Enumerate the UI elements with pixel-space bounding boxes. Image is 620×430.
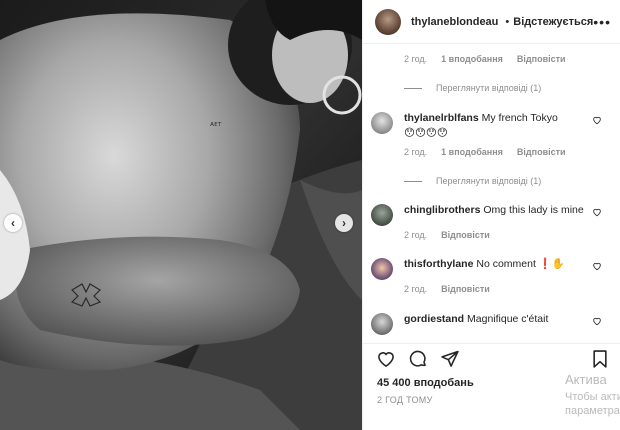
- reply-button[interactable]: Відповісти: [517, 147, 566, 157]
- previous-photo-button[interactable]: ‹: [4, 214, 22, 232]
- comment-icon[interactable]: [408, 349, 428, 369]
- windows-activation-watermark: Актива Чтобы акти параметра: [565, 372, 620, 418]
- svg-text:ᴀᴇᴛ: ᴀᴇᴛ: [210, 120, 222, 128]
- post-photo[interactable]: ᴀᴇᴛ ‹ ›: [0, 0, 362, 430]
- commenter-username[interactable]: thisforthylane: [404, 258, 473, 270]
- heart-icon[interactable]: [592, 316, 602, 326]
- commenter-avatar[interactable]: [371, 258, 393, 280]
- comment-item: thylanelrblfans My french Tokyo 😯😯😯😯: [363, 111, 620, 141]
- watermark-line-3: параметра: [565, 405, 620, 417]
- comments-list[interactable]: 2 год. 1 вподобання Відповісти Перегляну…: [363, 45, 620, 342]
- heart-icon[interactable]: [592, 207, 602, 217]
- author-username[interactable]: thylaneblondeau: [411, 16, 498, 28]
- comment-meta: 2 год. 1 вподобання Відповісти: [363, 147, 620, 157]
- next-photo-button[interactable]: ›: [335, 214, 353, 232]
- watermark-line-2: Чтобы акти: [565, 391, 620, 403]
- chevron-right-icon: ›: [342, 216, 346, 230]
- comment-likes[interactable]: 1 вподобання: [441, 54, 503, 64]
- comment-time: 2 год.: [404, 54, 428, 64]
- watermark-line-1: Актива: [565, 372, 607, 387]
- commenter-username[interactable]: thylanelrblfans: [404, 112, 479, 124]
- view-replies-line: [404, 87, 422, 89]
- action-icons-row: [373, 344, 610, 374]
- instagram-post-view: ᴀᴇᴛ ‹ › thylaneblondeau • Відстежується …: [0, 0, 620, 430]
- comment-text: My french Tokyo: [481, 112, 558, 124]
- reply-button[interactable]: Відповісти: [441, 284, 490, 294]
- heart-icon[interactable]: [376, 349, 396, 369]
- comment-body: thylanelrblfans My french Tokyo 😯😯😯😯: [404, 111, 558, 141]
- comment-likes[interactable]: 1 вподобання: [441, 147, 503, 157]
- comment-body: thisforthylane No comment ❗✋: [404, 257, 565, 280]
- chevron-left-icon: ‹: [11, 216, 15, 230]
- view-replies-label: Переглянути відповіді (1): [436, 83, 542, 93]
- commenter-avatar[interactable]: [371, 313, 393, 335]
- commenter-username[interactable]: chinglibrothers: [404, 204, 480, 216]
- comment-text: No comment: [476, 258, 536, 270]
- comment-text: Omg this lady is mine: [483, 204, 584, 216]
- view-replies-button[interactable]: Переглянути відповіді (1): [363, 176, 620, 186]
- comment-emoji: 😯😯😯😯: [404, 127, 448, 139]
- comment-time: 2 год.: [404, 284, 428, 294]
- view-replies-line: [404, 180, 422, 182]
- photo-image: ᴀᴇᴛ: [0, 0, 362, 430]
- reply-button[interactable]: Відповісти: [441, 230, 490, 240]
- follow-status-button[interactable]: Відстежується: [513, 16, 593, 28]
- heart-icon[interactable]: [592, 261, 602, 271]
- commenter-username[interactable]: gordiestand: [404, 313, 464, 325]
- header-dot-separator: •: [505, 15, 510, 28]
- comment-time: 2 год.: [404, 147, 428, 157]
- view-replies-button[interactable]: Переглянути відповіді (1): [363, 83, 620, 93]
- commenter-avatar[interactable]: [371, 204, 393, 226]
- comment-meta: 2 год. Відповісти: [363, 284, 620, 294]
- comment-item: thisforthylane No comment ❗✋: [363, 257, 620, 280]
- comment-body: gordiestand Magnifique c'était: [404, 312, 548, 335]
- share-icon[interactable]: [440, 349, 460, 369]
- post-header: thylaneblondeau • Відстежується •••: [363, 0, 620, 44]
- reply-button[interactable]: Відповісти: [517, 54, 566, 64]
- comment-text: Magnifique c'était: [467, 313, 549, 325]
- comment-item: gordiestand Magnifique c'était: [363, 312, 620, 335]
- comment-item: chinglibrothers Omg this lady is mine: [363, 203, 620, 226]
- commenter-avatar[interactable]: [371, 112, 393, 134]
- comment-meta: 2 год. 1 вподобання Відповісти: [363, 54, 620, 64]
- heart-icon[interactable]: [592, 115, 602, 125]
- bookmark-icon[interactable]: [590, 349, 610, 369]
- comment-emoji: ❗✋: [538, 258, 565, 270]
- comment-body: chinglibrothers Omg this lady is mine: [404, 203, 584, 226]
- view-replies-label: Переглянути відповіді (1): [436, 176, 542, 186]
- post-side-panel: thylaneblondeau • Відстежується ••• 2 го…: [362, 0, 620, 430]
- comment-time: 2 год.: [404, 230, 428, 240]
- more-icon[interactable]: •••: [593, 15, 611, 29]
- author-avatar[interactable]: [375, 8, 401, 35]
- comment-meta: 2 год. Відповісти: [363, 230, 620, 240]
